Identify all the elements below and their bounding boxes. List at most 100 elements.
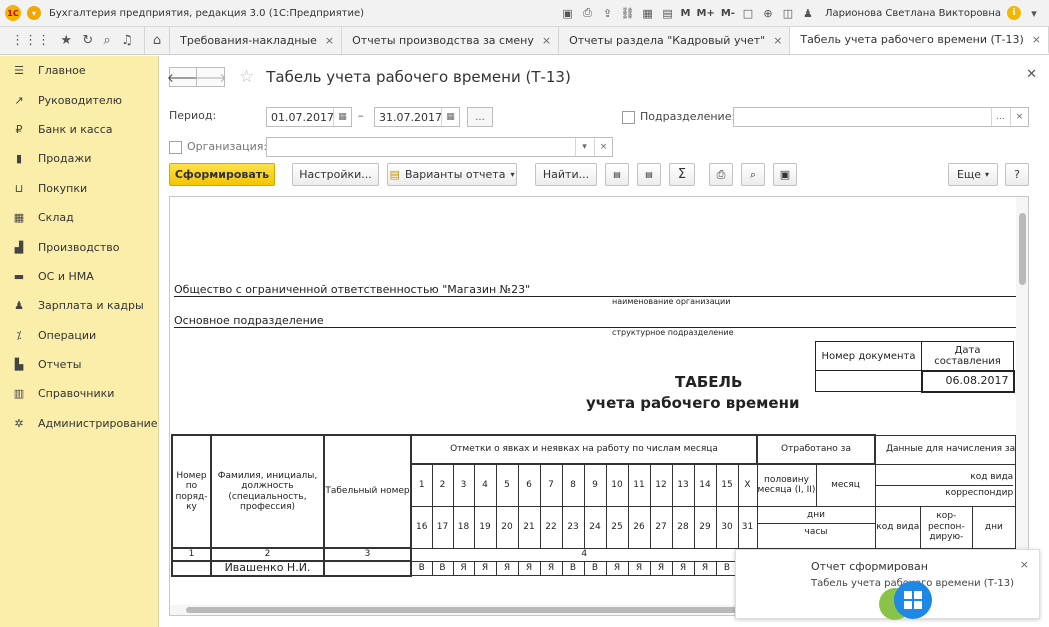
correspond-text: корреспондир	[875, 485, 1014, 500]
close-icon[interactable]: ×	[1032, 33, 1041, 46]
index-cell: 3	[323, 547, 412, 562]
tab-timesheet[interactable]: Табель учета рабочего времени (Т-13) ×	[790, 27, 1049, 54]
search-icon[interactable]: ⌕	[104, 33, 111, 48]
sidebar-item-reports[interactable]: ▙ Отчеты	[0, 350, 158, 379]
calendar-icon[interactable]: ▦	[441, 108, 459, 126]
document-icon[interactable]: □	[741, 6, 755, 20]
report-variants-button[interactable]: ▤ Варианты отчета ▾	[387, 163, 517, 186]
sidebar-item-warehouse[interactable]: ▦ Склад	[0, 203, 158, 232]
notifications-bell-icon[interactable]: ♫	[121, 33, 133, 48]
attach-icon[interactable]: ⇪	[601, 6, 615, 20]
vertical-scrollbar[interactable]	[1016, 197, 1028, 607]
day-cell: 29	[693, 505, 717, 549]
memory-mplus-button[interactable]: M+	[696, 6, 714, 20]
zoom-icon[interactable]: ⊕	[761, 6, 775, 20]
more-button[interactable]: Еще ▾	[948, 163, 998, 186]
memory-mminus-button[interactable]: M-	[721, 6, 735, 20]
day-cell: 4	[473, 463, 497, 507]
tab-requisitions[interactable]: Требования-накладные ×	[170, 27, 343, 54]
find-button[interactable]: Найти...	[535, 163, 597, 186]
period-select-button[interactable]: ...	[467, 107, 493, 127]
nav-icons: ⋮⋮⋮ ★ ↻ ⌕ ♫	[0, 27, 144, 54]
link-icon[interactable]: ⛓	[621, 6, 635, 20]
date-to-field[interactable]: 31.07.2017 ▦	[374, 107, 460, 127]
tab-label: Отчеты производства за смену	[352, 34, 534, 47]
sidebar-item-sales[interactable]: ▮ Продажи	[0, 144, 158, 173]
sidebar-item-production[interactable]: ▟ Производство	[0, 232, 158, 261]
table-icon[interactable]: ▦	[641, 6, 655, 20]
home-icon[interactable]: ⌂	[143, 27, 171, 54]
help-button[interactable]: ?	[1005, 163, 1029, 186]
close-icon[interactable]: ×	[325, 34, 334, 47]
favorite-star-icon[interactable]: ☆	[239, 67, 254, 87]
tab-hr-reports[interactable]: Отчеты раздела "Кадровый учет" ×	[559, 27, 791, 54]
clear-icon[interactable]: ×	[1010, 108, 1028, 126]
sidebar-item-admin[interactable]: ✲ Администрирование	[0, 409, 158, 438]
day-cell: 13	[671, 463, 695, 507]
day-cell: 7	[539, 463, 563, 507]
save-icon[interactable]: ▣	[773, 163, 797, 186]
print-icon[interactable]: ⎙	[709, 163, 733, 186]
back-button[interactable]: 🡐	[167, 67, 199, 87]
forward-button[interactable]: 🡒	[194, 67, 227, 87]
calendar-icon[interactable]: ▤	[661, 6, 675, 20]
sidebar-item-manager[interactable]: ↗ Руководителю	[0, 85, 158, 114]
sidebar-item-bank[interactable]: ₽ Банк и касса	[0, 115, 158, 144]
organization-field[interactable]: ▾ ×	[266, 137, 613, 157]
main-menu-dropdown-icon[interactable]: ▾	[27, 6, 41, 20]
windows-icon[interactable]: ◫	[781, 6, 795, 20]
day-cell: X	[737, 463, 758, 507]
day-cell: 24	[583, 505, 607, 549]
favorites-star-icon[interactable]: ★	[60, 33, 72, 48]
doc-date-value: 06.08.2017	[920, 369, 1015, 393]
employee-name: Ивашенко Н.И.	[210, 560, 325, 577]
select-icon[interactable]: ...	[991, 108, 1009, 126]
calendar-icon[interactable]: ▦	[333, 108, 351, 126]
close-form-icon[interactable]: ✕	[1026, 67, 1037, 82]
organization-checkbox[interactable]	[169, 141, 182, 154]
user-name[interactable]: Ларионова Светлана Викторовна	[825, 8, 1001, 19]
mark-cell: Я	[605, 560, 629, 577]
row-number	[171, 560, 212, 577]
sidebar-item-operations[interactable]: ⁒ Операции	[0, 321, 158, 350]
sidebar-item-salary[interactable]: ♟ Зарплата и кадры	[0, 291, 158, 320]
app-logo-icon[interactable]: 1С	[5, 5, 21, 21]
dropdown-icon[interactable]: ▾	[575, 138, 593, 156]
vertical-scroll-thumb[interactable]	[1019, 213, 1026, 285]
save-icon[interactable]: ▣	[561, 6, 575, 20]
sidebar-item-main[interactable]: ☰ Главное	[0, 56, 158, 85]
expand-groups-icon[interactable]: ▤	[605, 163, 629, 186]
sidebar-item-catalogs[interactable]: ▥ Справочники	[0, 379, 158, 408]
generate-button[interactable]: Сформировать	[169, 163, 275, 186]
sidebar-item-label: Производство	[38, 240, 120, 254]
subdivision-checkbox[interactable]	[622, 111, 635, 124]
apps-grid-icon[interactable]: ⋮⋮⋮	[11, 33, 50, 48]
sum-button[interactable]: Σ	[669, 163, 695, 186]
date-from-field[interactable]: 01.07.2017 ▦	[266, 107, 352, 127]
collapse-groups-icon[interactable]: ▤	[637, 163, 661, 186]
day-cell: 25	[605, 505, 629, 549]
title-menu-icon[interactable]: ▾	[1027, 6, 1041, 20]
notification-close-icon[interactable]: ×	[1020, 558, 1029, 571]
settings-button[interactable]: Настройки...	[292, 163, 379, 186]
notification-title: Отчет сформирован	[811, 560, 928, 573]
history-icon[interactable]: ↻	[82, 33, 93, 48]
hours-text: часы	[758, 522, 874, 540]
sidebar-item-assets[interactable]: ▬ ОС и НМА	[0, 262, 158, 291]
horizontal-scroll-thumb[interactable]	[186, 607, 746, 613]
sidebar-item-purchases[interactable]: ⊔ Покупки	[0, 174, 158, 203]
print-icon[interactable]: ⎙	[581, 6, 595, 20]
clear-icon[interactable]: ×	[594, 138, 612, 156]
memory-m-button[interactable]: M	[681, 6, 691, 20]
preview-icon[interactable]: ⌕	[741, 163, 765, 186]
day-cell: 20	[495, 505, 519, 549]
close-icon[interactable]: ×	[773, 34, 782, 47]
notification-popup[interactable]: Отчет сформирован Табель учета рабочего …	[735, 549, 1040, 620]
subdivision-field[interactable]: ... ×	[733, 107, 1029, 127]
mark-cell: Я	[495, 560, 519, 577]
more-label: Еще	[956, 168, 982, 181]
close-icon[interactable]: ×	[542, 34, 551, 47]
tab-production-reports[interactable]: Отчеты производства за смену ×	[342, 27, 560, 54]
warehouse-icon: ▦	[13, 211, 25, 225]
info-icon[interactable]: i	[1007, 6, 1021, 20]
